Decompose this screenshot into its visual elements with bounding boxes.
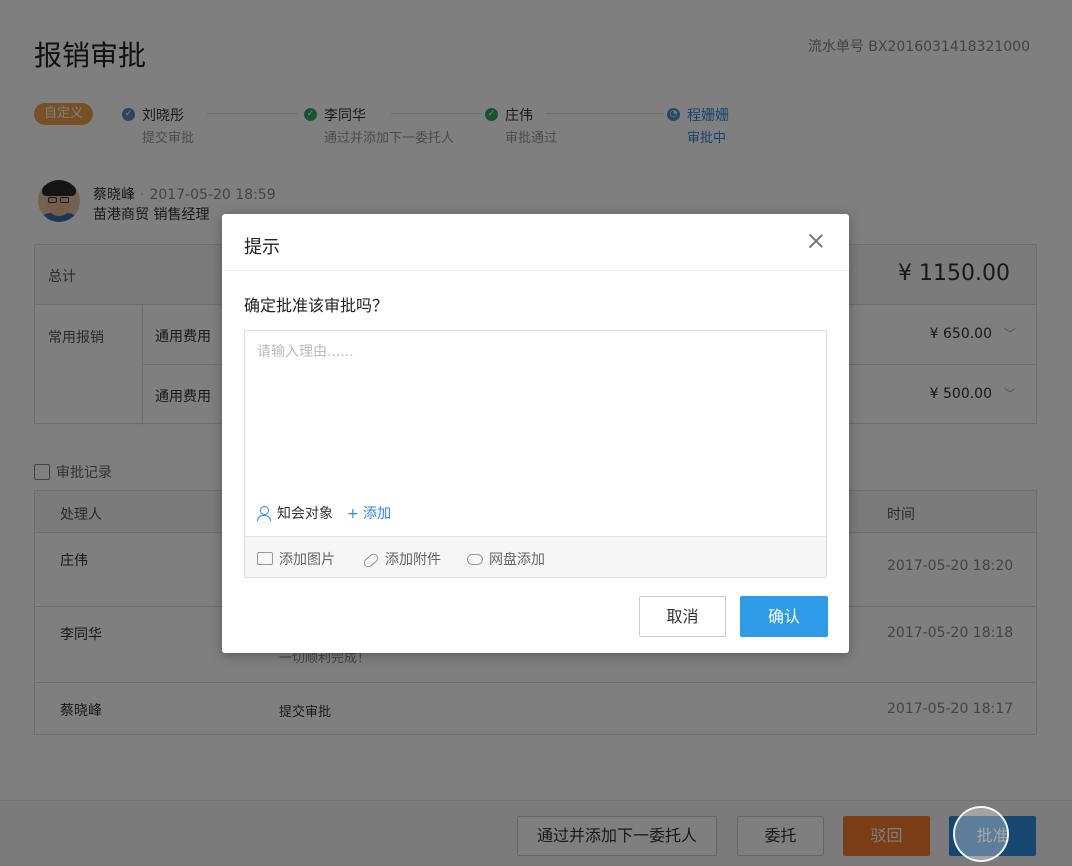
image-icon [257,552,273,565]
dialog-question: 确定批准该审批吗？ [244,296,389,315]
reason-editor: 知会对象 + 添加 添加图片 添加附件 网盘添加 [244,330,827,578]
add-attachment-button[interactable]: 添加附件 [361,549,441,570]
editor-toolbar: 添加图片 添加附件 网盘添加 [245,536,826,577]
person-icon [257,506,271,521]
confirm-dialog: 提示 确定批准该审批吗？ 知会对象+ 添加 添加图片 添加附件 网盘添加 取消 … [222,214,849,653]
dialog-title: 提示 [244,237,280,258]
cancel-button[interactable]: 取消 [639,596,726,637]
close-icon[interactable] [805,230,827,252]
add-image-button[interactable]: 添加图片 [257,549,335,569]
notify-row: 知会对象 + 添加 [257,503,391,523]
add-cloud-button[interactable]: 网盘添加 [467,549,545,569]
add-notify-link[interactable]: + 添加 [347,506,391,522]
cloud-icon [467,554,483,565]
notify-label: 知会对象 [277,506,333,522]
confirm-button[interactable]: 确认 [740,596,828,637]
touch-indicator [953,806,1009,862]
reason-input[interactable] [245,331,826,531]
paperclip-icon [361,551,381,570]
dialog-header: 提示 [222,214,849,271]
